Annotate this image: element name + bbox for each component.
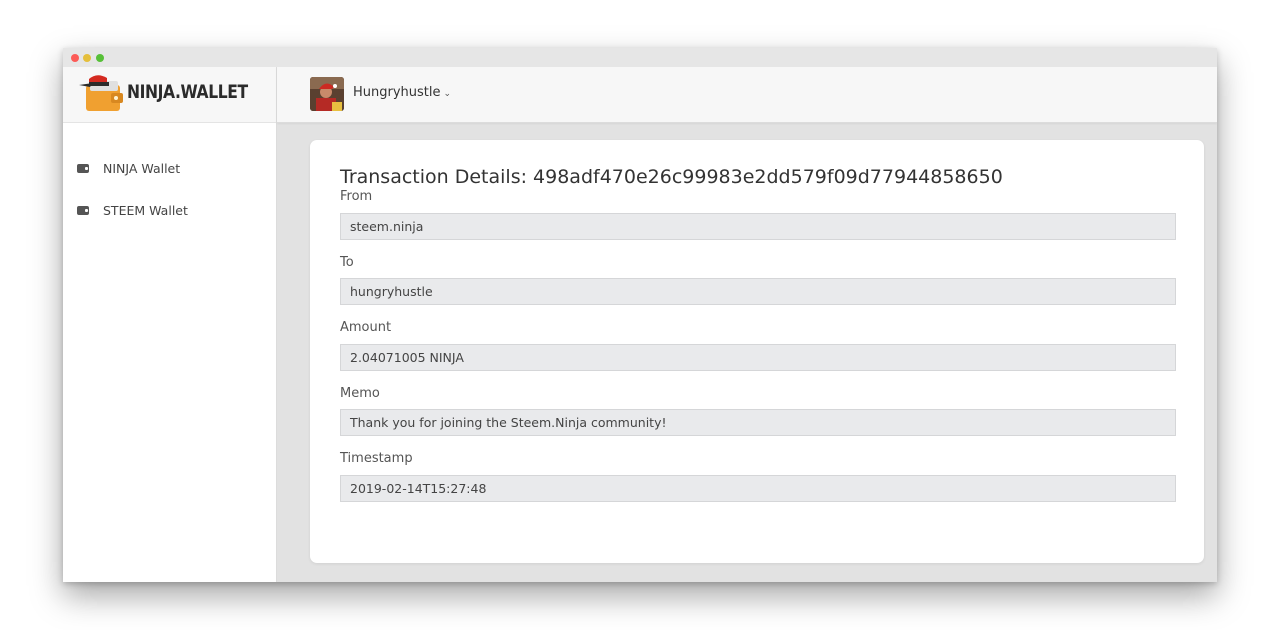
sidebar-item-ninja-wallet[interactable]: NINJA Wallet xyxy=(77,158,180,178)
sidebar-item-steem-wallet[interactable]: STEEM Wallet xyxy=(77,200,188,220)
username: Hungryhustle xyxy=(353,85,441,100)
memo-label: Memo xyxy=(340,386,380,401)
sidebar-item-label: STEEM Wallet xyxy=(103,202,188,218)
from-label: From xyxy=(340,189,373,204)
user-menu-toggle[interactable]: Hungryhustle ⌄ xyxy=(353,85,451,100)
close-window-button[interactable] xyxy=(71,54,79,62)
logo-text: NINJA.WALLET xyxy=(127,81,248,103)
top-header: Hungryhustle ⌄ xyxy=(277,67,1217,123)
maximize-window-button[interactable] xyxy=(96,54,104,62)
minimize-window-button[interactable] xyxy=(83,54,91,62)
wallet-icon xyxy=(77,163,89,173)
app-window: NINJA.WALLET NINJA Wallet STEEM Wallet H… xyxy=(63,48,1217,582)
sidebar: NINJA.WALLET NINJA Wallet STEEM Wallet xyxy=(63,67,277,582)
from-field[interactable]: steem.ninja xyxy=(340,213,1176,240)
timestamp-label: Timestamp xyxy=(340,451,413,466)
chevron-down-icon: ⌄ xyxy=(443,89,452,99)
transaction-details-card: Transaction Details: 498adf470e26c99983e… xyxy=(310,140,1204,563)
timestamp-field[interactable]: 2019-02-14T15:27:48 xyxy=(340,475,1176,502)
logo-area[interactable]: NINJA.WALLET xyxy=(63,67,276,123)
avatar-image xyxy=(310,77,344,111)
sidebar-item-label: NINJA Wallet xyxy=(103,160,181,176)
page-title: Transaction Details: 498adf470e26c99983e… xyxy=(340,166,1003,188)
to-field[interactable]: hungryhustle xyxy=(340,278,1176,305)
avatar[interactable] xyxy=(310,77,344,111)
amount-label: Amount xyxy=(340,320,392,335)
wallet-icon xyxy=(77,205,89,215)
window-titlebar xyxy=(63,48,1217,67)
ninja-wallet-logo-icon xyxy=(79,75,123,111)
to-label: To xyxy=(340,255,354,270)
amount-field[interactable]: 2.04071005 NINJA xyxy=(340,344,1176,371)
memo-field[interactable]: Thank you for joining the Steem.Ninja co… xyxy=(340,409,1176,436)
